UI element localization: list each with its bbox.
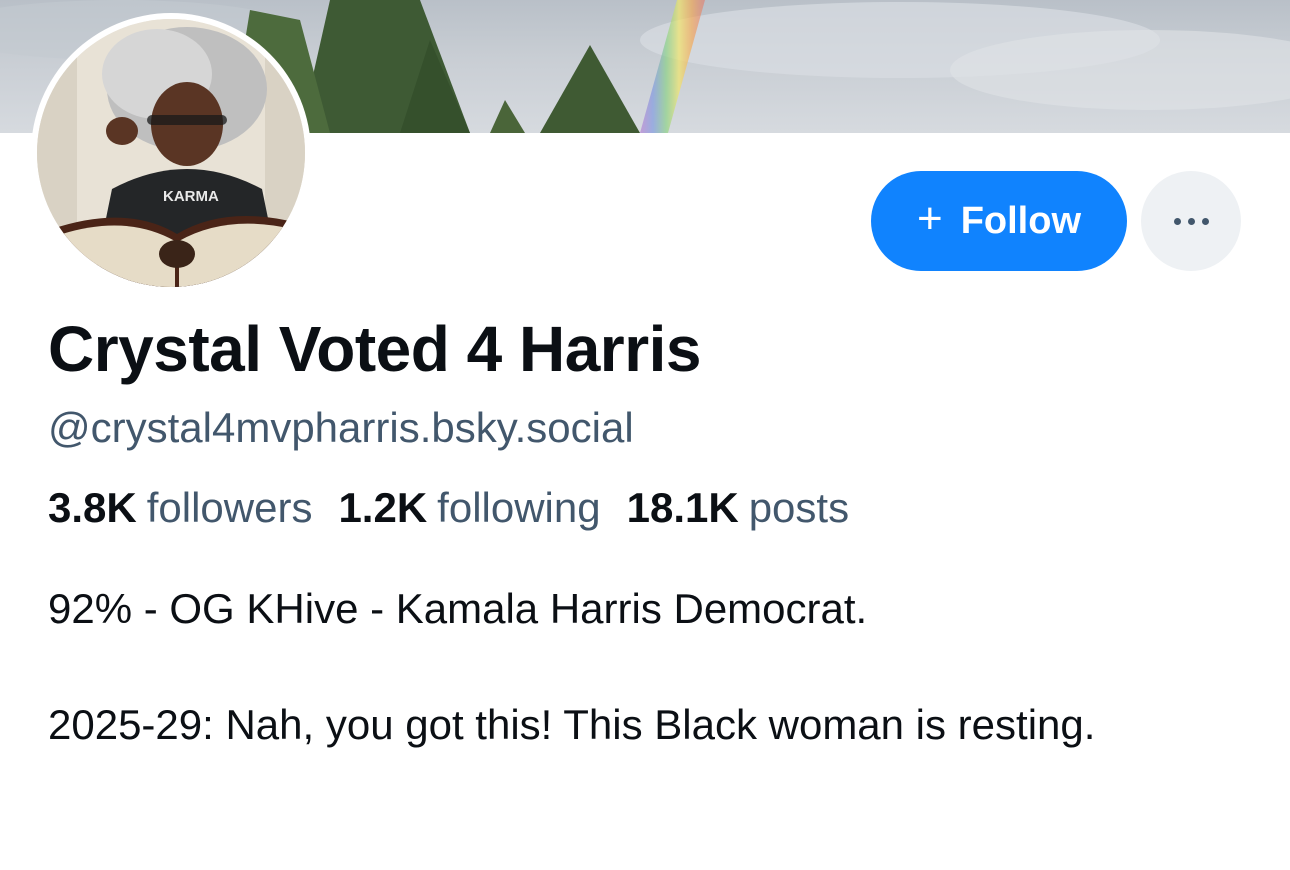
following-label: following xyxy=(437,484,601,531)
avatar-karma-text: KARMA xyxy=(163,188,219,205)
follow-button[interactable]: + Follow xyxy=(871,171,1127,271)
ellipsis-icon xyxy=(1173,217,1181,225)
plus-icon: + xyxy=(916,194,943,243)
posts-count: 18.1K xyxy=(626,484,739,531)
ellipsis-icon xyxy=(1187,217,1195,225)
follow-button-label: Follow xyxy=(960,199,1081,242)
profile-bio: 92% - OG KHive - Kamala Harris Democrat.… xyxy=(48,580,1228,754)
bio-line: 2025-29: Nah, you got this! This Black w… xyxy=(48,701,1096,748)
posts-stat: 18.1K posts xyxy=(627,484,849,532)
display-name: Crystal Voted 4 Harris xyxy=(48,313,701,385)
avatar[interactable]: KARMA xyxy=(31,13,311,293)
followers-label: followers xyxy=(146,484,313,531)
bio-line: 92% - OG KHive - Kamala Harris Democrat. xyxy=(48,585,868,632)
following-stat[interactable]: 1.2K following xyxy=(338,484,600,532)
profile-handle[interactable]: @crystal4mvpharris.bsky.social xyxy=(48,404,634,452)
more-options-button[interactable] xyxy=(1141,171,1241,271)
followers-count: 3.8K xyxy=(48,484,137,531)
following-count: 1.2K xyxy=(338,484,428,531)
profile-stats: 3.8K followers 1.2K following 18.1K posts xyxy=(48,484,849,532)
avatar-image: KARMA xyxy=(37,19,305,287)
posts-label: posts xyxy=(748,484,850,531)
ellipsis-icon xyxy=(1201,217,1209,225)
followers-stat[interactable]: 3.8K followers xyxy=(48,484,312,532)
